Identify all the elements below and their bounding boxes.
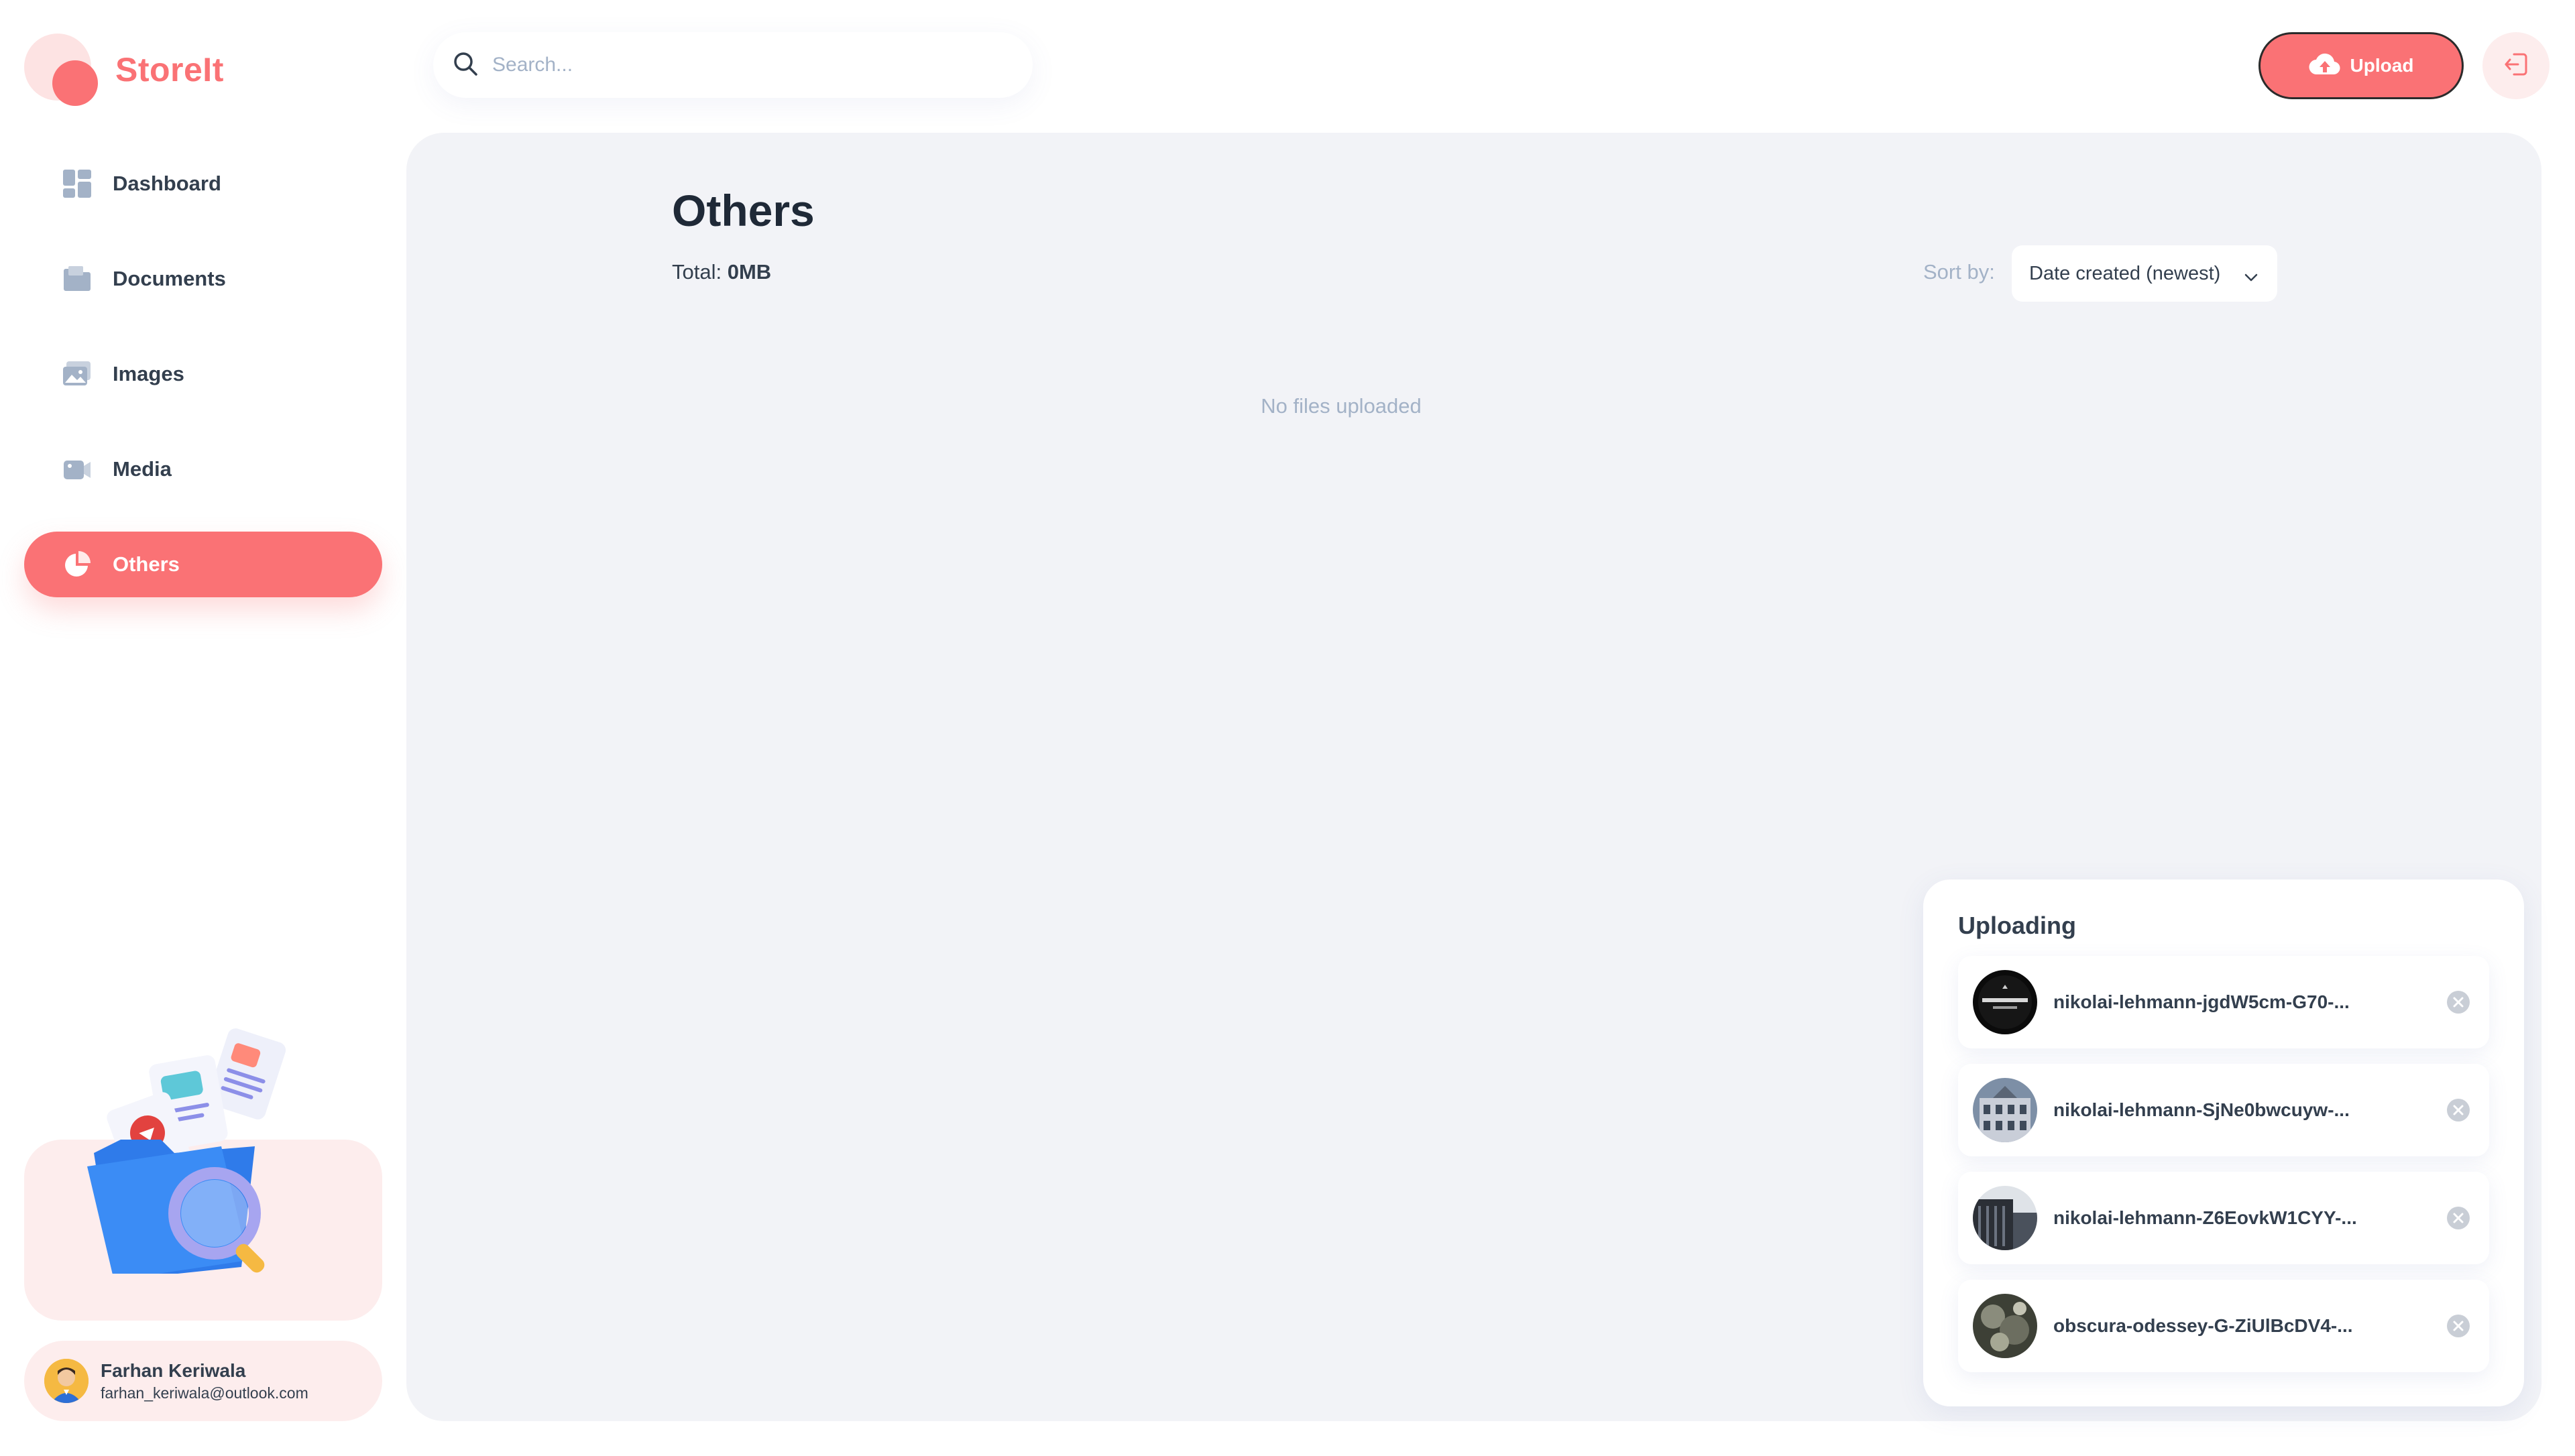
total-label: Total: [672, 260, 722, 284]
search-bar[interactable] [433, 32, 1033, 98]
sidebar-item-label: Images [113, 362, 184, 385]
search-icon [452, 50, 479, 80]
uploading-list: nikolai-lehmann-jgdW5cm-G70-... nikolai-… [1958, 956, 2489, 1388]
sidebar-item-documents[interactable]: Documents [24, 246, 382, 312]
upload-file-name: obscura-odessey-G-ZiUlBcDV4-... [2053, 1315, 2353, 1336]
images-icon [62, 359, 93, 389]
documents-icon [62, 263, 93, 294]
remove-upload-icon[interactable] [2445, 989, 2472, 1016]
media-icon [62, 454, 93, 485]
others-icon [62, 549, 93, 580]
sidebar-item-label: Documents [113, 267, 226, 290]
uploading-title: Uploading [1958, 912, 2076, 939]
logout-icon [2502, 50, 2530, 82]
logout-button[interactable] [2482, 32, 2550, 99]
sidebar-item-label: Media [113, 457, 172, 481]
upload-button[interactable]: Upload [2258, 32, 2464, 99]
remove-upload-icon[interactable] [2445, 1205, 2472, 1231]
app-logo[interactable]: StoreIt [24, 32, 224, 107]
dashboard-icon [62, 168, 93, 199]
upload-item: nikolai-lehmann-jgdW5cm-G70-... [1958, 956, 2489, 1048]
remove-upload-icon[interactable] [2445, 1097, 2472, 1124]
upload-item: obscura-odessey-G-ZiUlBcDV4-... [1958, 1280, 2489, 1372]
sort-value: Date created (newest) [2029, 262, 2221, 284]
user-profile-card[interactable]: Farhan Keriwala farhan_keriwala@outlook.… [24, 1341, 382, 1421]
sidebar-item-dashboard[interactable]: Dashboard [24, 151, 382, 217]
sidebar-item-label: Others [113, 552, 180, 576]
logo-mark-icon [24, 32, 99, 107]
user-email: farhan_keriwala@outlook.com [101, 1384, 308, 1402]
app-name: StoreIt [115, 51, 224, 88]
cloud-upload-icon [2309, 52, 2341, 80]
file-thumbnail [1973, 1294, 2037, 1358]
upload-file-name: nikolai-lehmann-jgdW5cm-G70-... [2053, 991, 2350, 1012]
upload-button-label: Upload [2350, 55, 2414, 76]
total-value: 0MB [727, 260, 772, 284]
sidebar: StoreIt Dashboard Documents Images Media [0, 0, 402, 1456]
sidebar-item-label: Dashboard [113, 172, 221, 195]
file-thumbnail [1973, 970, 2037, 1034]
chevron-down-icon [2244, 265, 2258, 288]
sidebar-item-images[interactable]: Images [24, 341, 382, 407]
uploading-panel: Uploading nikolai-lehmann-jgdW5cm-G70-..… [1923, 879, 2524, 1406]
upload-file-name: nikolai-lehmann-Z6EovkW1CYY-... [2053, 1207, 2357, 1228]
upload-item: nikolai-lehmann-Z6EovkW1CYY-... [1958, 1172, 2489, 1264]
upload-item: nikolai-lehmann-SjNe0bwcuyw-... [1958, 1064, 2489, 1156]
sidebar-item-others[interactable]: Others [24, 532, 382, 597]
file-search-illustration [74, 1019, 329, 1280]
sidebar-nav: Dashboard Documents Images Media Others [24, 151, 382, 627]
sort-label: Sort by: [1923, 260, 1995, 284]
file-thumbnail [1973, 1186, 2037, 1250]
page-title: Others [672, 186, 815, 235]
sidebar-item-media[interactable]: Media [24, 436, 382, 502]
search-input[interactable] [492, 54, 1015, 76]
avatar [44, 1359, 89, 1403]
upload-file-name: nikolai-lehmann-SjNe0bwcuyw-... [2053, 1099, 2350, 1120]
total-size: Total: 0MB [672, 260, 771, 284]
remove-upload-icon[interactable] [2445, 1313, 2472, 1339]
user-name: Farhan Keriwala [101, 1359, 246, 1381]
empty-state-message: No files uploaded [1261, 394, 1422, 418]
sort-select[interactable]: Date created (newest) [2012, 245, 2277, 302]
file-thumbnail [1973, 1078, 2037, 1142]
